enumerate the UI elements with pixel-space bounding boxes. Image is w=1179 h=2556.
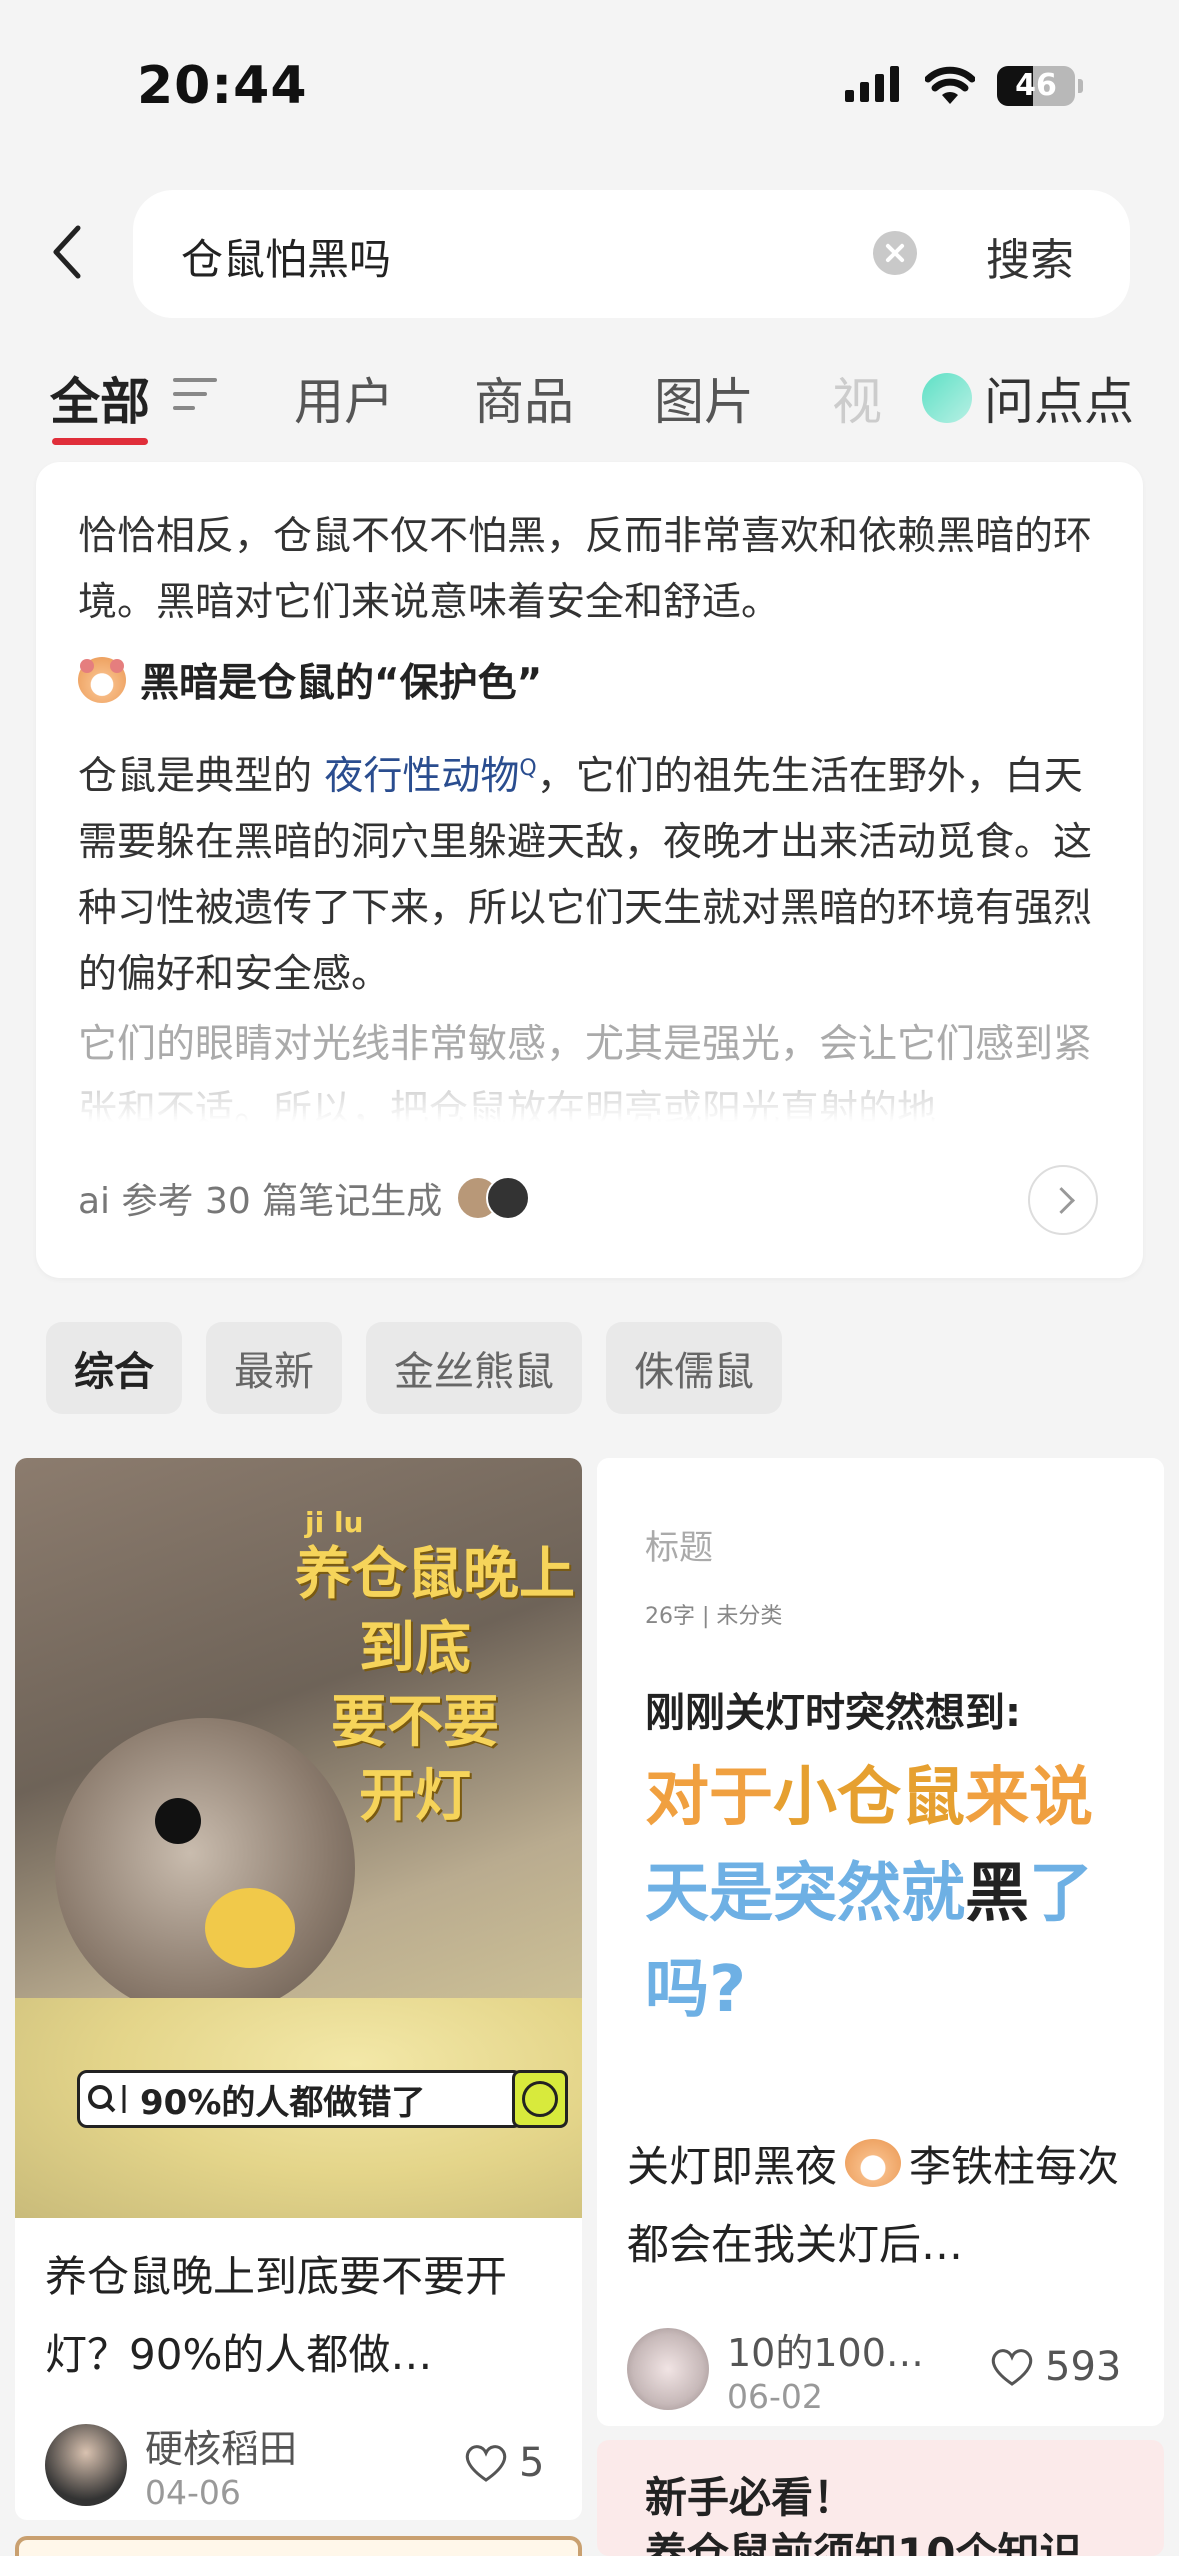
- like-button[interactable]: 593: [989, 2344, 1121, 2390]
- expand-arrow-icon[interactable]: [1028, 1165, 1098, 1235]
- ai-answer-card[interactable]: 恰恰相反，仓鼠不仅不怕黑，反而非常喜欢和依赖黑暗的环境。黑暗对它们来说意味着安全…: [36, 462, 1143, 1278]
- ask-ai-button[interactable]: 问点点: [912, 362, 1134, 434]
- doc-lead: 刚刚关灯时突然想到:: [645, 1690, 1021, 1736]
- doc-text: 了: [1029, 1857, 1093, 1931]
- corn-kernel: [205, 1888, 295, 1968]
- chip-comprehensive[interactable]: 综合: [46, 1322, 182, 1414]
- search-input[interactable]: 仓鼠怕黑吗: [181, 226, 391, 287]
- heart-icon: [465, 2445, 507, 2482]
- battery-level: 46: [1015, 68, 1057, 103]
- filter-chips: 综合 最新 金丝熊鼠 侏儒鼠: [46, 1322, 782, 1414]
- thumb-title-2: 到底: [359, 1616, 471, 1681]
- doc-line-2: 天是突然就黑了: [645, 1846, 1093, 1942]
- ai-source-text: ai 参考 30 篇笔记生成: [78, 1181, 443, 1222]
- nocturnal-link[interactable]: 夜行性动物: [324, 754, 519, 799]
- hamster-photo: [55, 1718, 355, 2018]
- note-title-line-1: 新手必看！: [645, 2473, 856, 2522]
- note-thumbnail: ji lu 养仓鼠晚上 到底 要不要 开灯 90%的人都做错了: [15, 1458, 582, 2218]
- note-thumbnail: 标题 26字 | 未分类 刚刚关灯时突然想到: 对于小仓鼠来说 天是突然就黑了 …: [597, 1458, 1164, 2108]
- filter-icon[interactable]: [173, 378, 217, 414]
- ai-section-heading: 黑暗是仓鼠的“保护色”: [78, 652, 542, 708]
- search-link-icon: Q: [519, 756, 537, 781]
- cellular-signal-icon: [845, 66, 899, 102]
- doc-label: 标题: [645, 1528, 713, 1568]
- tab-products[interactable]: 商品: [474, 362, 574, 434]
- clear-icon[interactable]: [873, 231, 917, 275]
- note-card[interactable]: 标题 26字 | 未分类 刚刚关灯时突然想到: 对于小仓鼠来说 天是突然就黑了 …: [597, 1458, 1164, 2426]
- tab-users[interactable]: 用户: [294, 362, 394, 434]
- like-count: 593: [1045, 2344, 1122, 2390]
- doc-text: 黑: [965, 1857, 1029, 1931]
- note-author[interactable]: 硬核稻田 04-06: [45, 2418, 297, 2512]
- hamster-emoji-icon: [78, 657, 126, 703]
- ai-body: 仓鼠是典型的 夜行性动物Q，它们的祖先生活在野外，白天需要躲在黑暗的洞穴里躲避天…: [78, 736, 1098, 1008]
- note-title-line-2: 养仓鼠前须知10个知识: [645, 2529, 1082, 2556]
- doc-text: 小仓鼠: [773, 1761, 965, 1835]
- chip-dwarf-hamster[interactable]: 侏儒鼠: [606, 1322, 782, 1414]
- thumb-ruby: ji lu: [305, 1506, 364, 1539]
- status-bar: 20:44 46: [0, 0, 1179, 170]
- avatar: [627, 2328, 709, 2410]
- author-name: 10的100…: [727, 2331, 924, 2375]
- search-button[interactable]: 搜索: [986, 224, 1074, 288]
- chip-latest[interactable]: 最新: [206, 1322, 342, 1414]
- ask-ai-label: 问点点: [984, 373, 1134, 431]
- clock: 20:44: [137, 56, 308, 116]
- note-author[interactable]: 10的100… 06-02: [627, 2322, 924, 2416]
- hamster-emoji-icon: [845, 2139, 902, 2187]
- heart-icon: [991, 2349, 1033, 2386]
- doc-text: 天是突然就: [645, 1857, 965, 1931]
- avatar: [486, 1176, 531, 1220]
- doc-text: 来说: [965, 1761, 1093, 1835]
- thumb-search-banner: 90%的人都做错了: [77, 2070, 568, 2128]
- ai-logo-icon: [922, 373, 972, 423]
- back-arrow-icon[interactable]: [48, 222, 88, 282]
- ai-intro: 恰恰相反，仓鼠不仅不怕黑，反而非常喜欢和依赖黑暗的环境。黑暗对它们来说意味着安全…: [78, 514, 1093, 625]
- tab-all[interactable]: 全部: [50, 362, 150, 434]
- chip-golden-hamster[interactable]: 金丝熊鼠: [366, 1322, 582, 1414]
- search-bar: 仓鼠怕黑吗 搜索: [133, 190, 1130, 318]
- hamster-eye: [155, 1798, 201, 1844]
- ai-faded-text: 它们的眼睛对光线非常敏感，尤其是强光，会让它们感到紧张和不适。所以，把仓鼠放在明…: [78, 1022, 1093, 1122]
- doc-line-1: 对于小仓鼠来说: [645, 1750, 1093, 1846]
- search-icon: [88, 2085, 126, 2113]
- note-card-peek[interactable]: [15, 2536, 582, 2556]
- tab-videos[interactable]: 视: [832, 362, 882, 434]
- note-title: 养仓鼠晚上到底要不要开灯？90%的人都做…: [45, 2252, 508, 2379]
- thumb-title-1: 养仓鼠晚上: [295, 1542, 575, 1607]
- ai-body-text-1: 仓鼠是典型的: [78, 754, 325, 799]
- post-date: 06-02: [727, 2377, 823, 2416]
- active-tab-indicator: [52, 438, 148, 445]
- tab-images[interactable]: 图片: [654, 362, 754, 434]
- avatar: [45, 2424, 127, 2506]
- note-card[interactable]: ji lu 养仓鼠晚上 到底 要不要 开灯 90%的人都做错了 养仓鼠晚上到底要…: [15, 1458, 582, 2520]
- doc-meta: 26字 | 未分类: [645, 1604, 783, 1629]
- post-date: 04-06: [145, 2473, 241, 2512]
- smile-icon: [512, 2070, 568, 2128]
- note-title: 关灯即黑夜 李铁柱每次都会在我关灯后…: [627, 2128, 1137, 2284]
- source-avatars: [456, 1176, 531, 1220]
- ai-source-footer[interactable]: ai 参考 30 篇笔记生成: [78, 1172, 531, 1224]
- note-title-part-1: 关灯即黑夜: [627, 2142, 838, 2191]
- note-card[interactable]: 新手必看！ 养仓鼠前须知10个知识: [597, 2440, 1164, 2556]
- like-count: 5: [519, 2440, 545, 2486]
- battery-icon: 46: [997, 66, 1083, 106]
- author-name: 硬核稻田: [145, 2427, 298, 2471]
- thumb-banner-text: 90%的人都做错了: [140, 2082, 426, 2123]
- doc-line-3: 吗?: [645, 1953, 747, 2027]
- ai-heading-text: 黑暗是仓鼠的“保护色”: [140, 661, 543, 706]
- thumb-title-4: 开灯: [359, 1764, 471, 1829]
- result-tabs: 全部 用户 商品 图片 视 问点点: [0, 362, 1179, 452]
- doc-text: 对于: [645, 1761, 773, 1835]
- like-button[interactable]: 5: [463, 2440, 544, 2486]
- thumb-title-3: 要不要: [331, 1690, 499, 1755]
- wifi-icon: [925, 66, 975, 104]
